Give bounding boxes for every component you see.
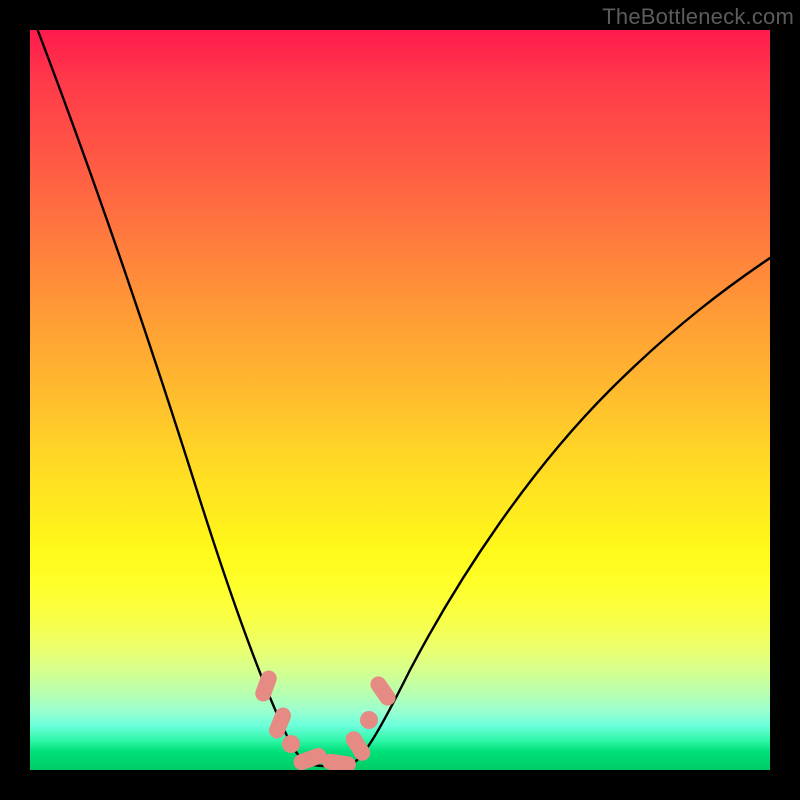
watermark-text: TheBottleneck.com xyxy=(602,4,794,30)
data-marker xyxy=(321,753,357,770)
marker-group xyxy=(253,668,399,770)
data-marker xyxy=(360,711,378,729)
chart-frame: TheBottleneck.com xyxy=(0,0,800,800)
curve-group xyxy=(30,30,770,766)
data-marker xyxy=(253,668,279,704)
data-marker xyxy=(282,735,300,753)
chart-svg xyxy=(30,30,770,770)
chart-plot-area xyxy=(30,30,770,770)
bottleneck-curve-right xyxy=(352,258,770,764)
bottleneck-curve-left xyxy=(30,30,308,764)
